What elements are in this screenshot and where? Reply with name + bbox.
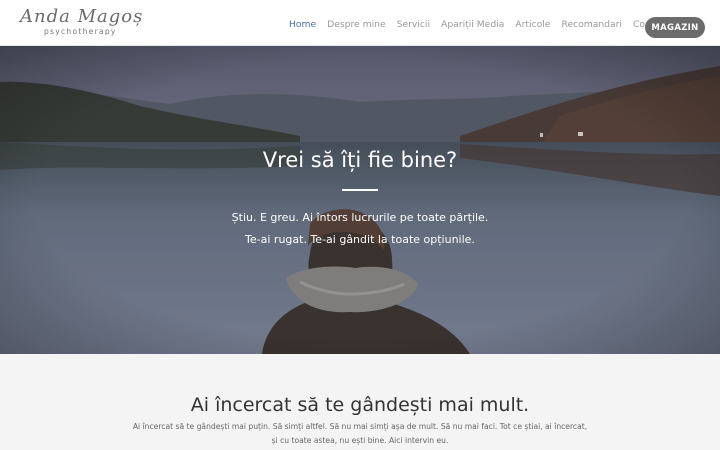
nav-item-servicii[interactable]: Servicii bbox=[397, 19, 430, 30]
logo-tagline: psychotherapy bbox=[44, 27, 117, 36]
logo-script-name: Anda Magoș bbox=[20, 6, 144, 27]
nav-item-aparitii-media[interactable]: Apariții Media bbox=[441, 19, 504, 30]
intro-section: Ai încercat să te gândești mai mult. Ai … bbox=[0, 354, 720, 450]
nav-item-articole[interactable]: Articole bbox=[515, 19, 550, 30]
nav-item-home[interactable]: Home bbox=[289, 19, 316, 30]
hero-lake-image bbox=[0, 46, 720, 354]
main-nav: Home Despre mine Servicii Apariții Media… bbox=[289, 16, 680, 32]
hero-text-line-1: Știu. E greu. Ai întors lucrurile pe toa… bbox=[231, 211, 489, 224]
hero-divider bbox=[342, 189, 378, 191]
intro-text: Ai încercat să te gândești mai puțin. Să… bbox=[0, 420, 720, 448]
hero-text-line-2: Te-ai rugat. Te-ai gândit la toate opțiu… bbox=[245, 233, 475, 246]
shop-button[interactable]: MAGAZIN bbox=[645, 17, 705, 38]
nav-item-recomandari[interactable]: Recomandari bbox=[561, 19, 622, 30]
hero-section: Vrei să îți fie bine? Știu. E greu. Ai î… bbox=[0, 46, 720, 354]
intro-title: Ai încercat să te gândești mai mult. bbox=[190, 394, 530, 416]
nav-item-despre-mine[interactable]: Despre mine bbox=[327, 19, 385, 30]
intro-text-line-1: Ai încercat să te gândești mai puțin. Să… bbox=[132, 422, 588, 431]
hero-title: Vrei să îți fie bine? bbox=[262, 148, 458, 172]
intro-text-line-2: și cu toate astea, nu ești bine. Aici in… bbox=[271, 436, 449, 445]
site-header: Anda Magoș psychotherapy Home Despre min… bbox=[0, 0, 720, 46]
site-logo[interactable]: Anda Magoș psychotherapy bbox=[20, 6, 144, 40]
